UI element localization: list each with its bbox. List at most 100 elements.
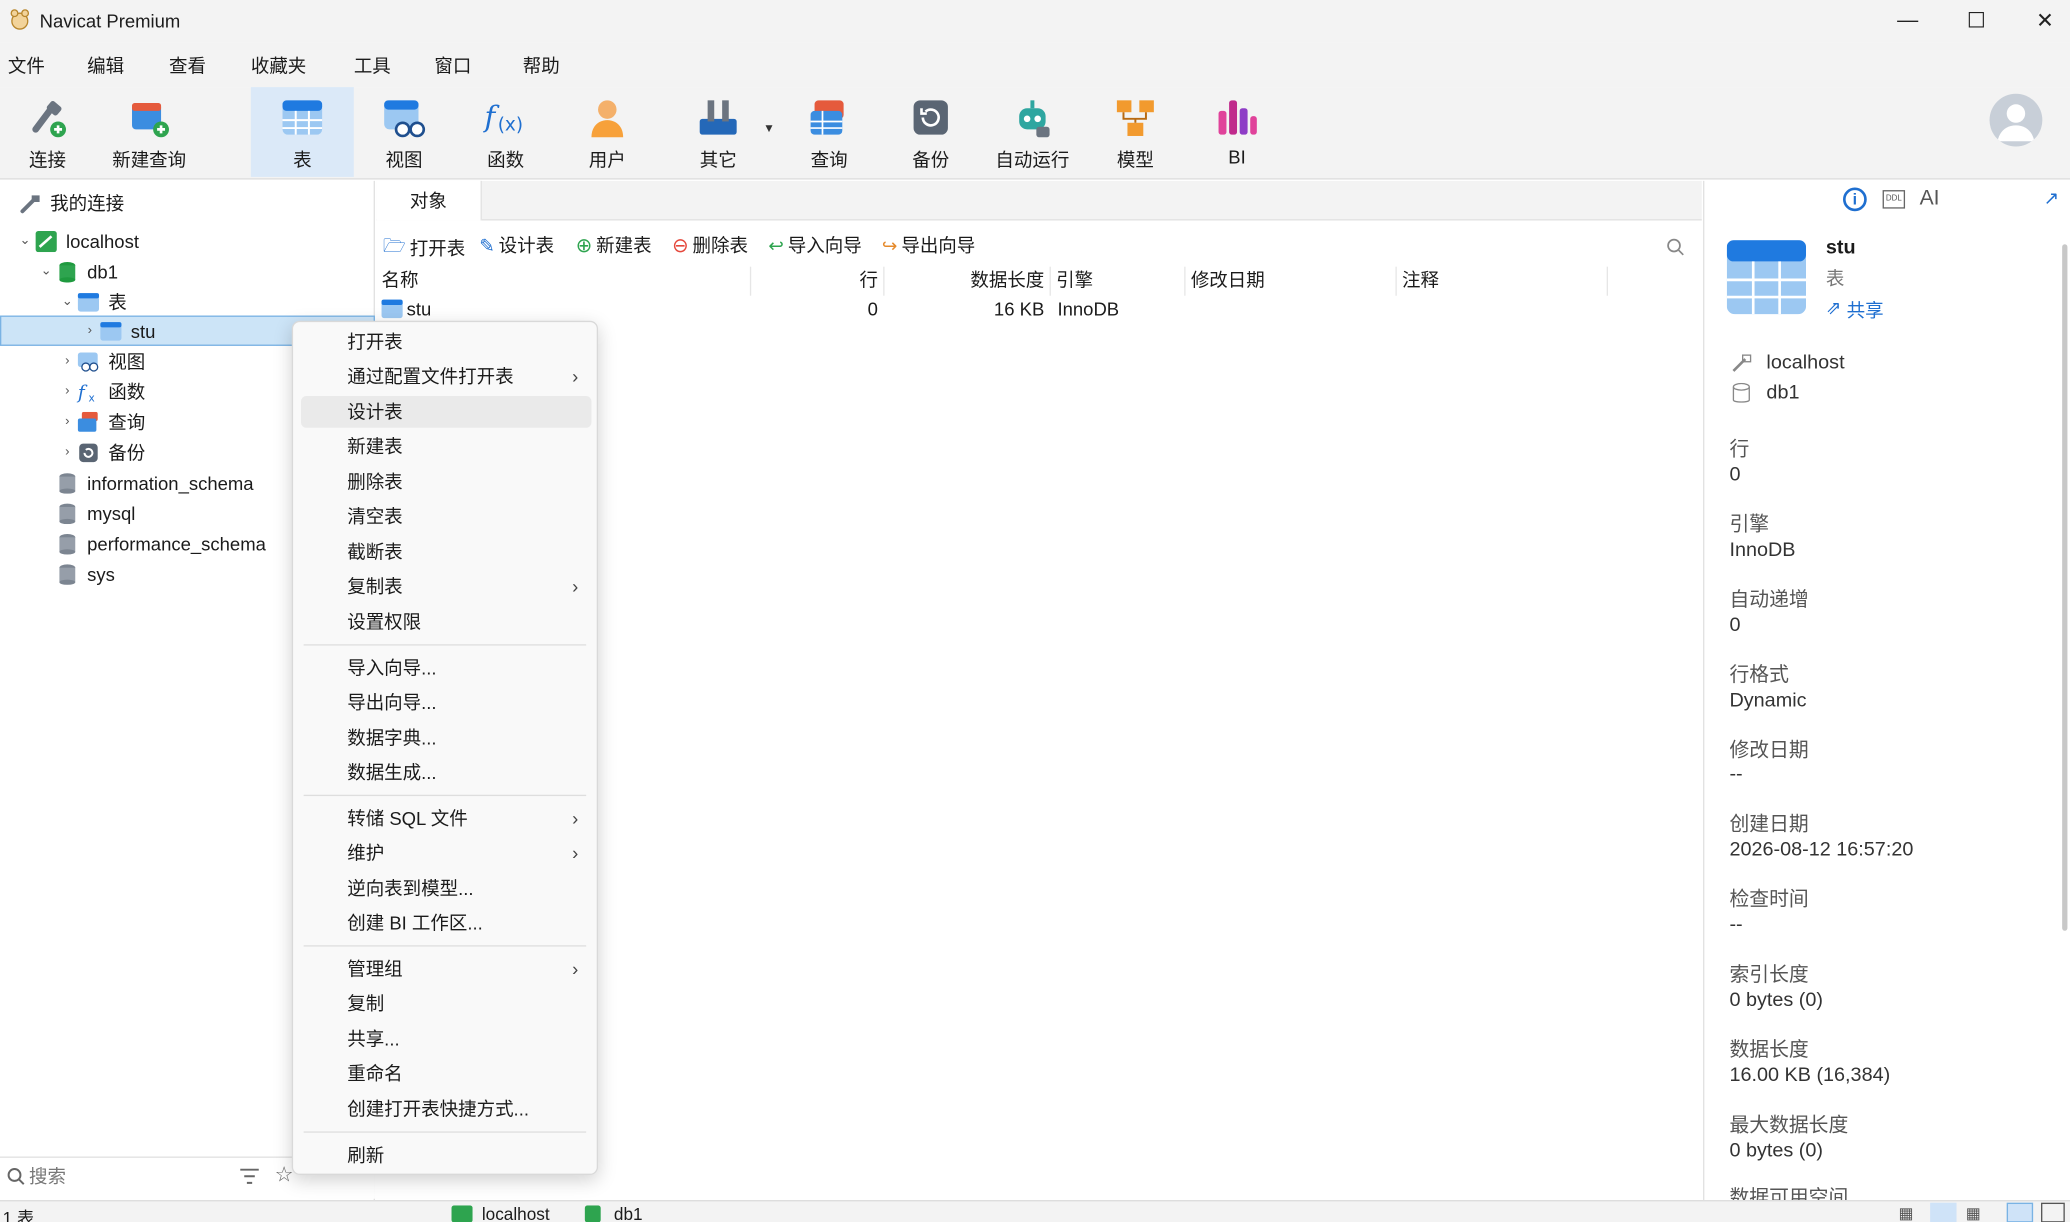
account-avatar[interactable] — [1989, 93, 2043, 147]
list-view-icon[interactable] — [1930, 1202, 1957, 1222]
new-table-button[interactable]: ⊕ 新建表 — [576, 232, 652, 258]
tree-database-mysql[interactable]: mysql — [37, 498, 135, 528]
tree-database-information-schema[interactable]: information_schema — [37, 467, 254, 497]
tree-database-sys[interactable]: sys — [37, 558, 115, 588]
delete-table-button[interactable]: ⊖ 删除表 — [672, 232, 748, 258]
menu-reverse-to-model[interactable]: 逆向表到模型... — [301, 873, 591, 905]
info-icon[interactable]: i — [1842, 187, 1867, 212]
tree-group-tables[interactable]: ⌄ 表 — [58, 286, 127, 316]
import-wizard-button[interactable]: ↩ 导入向导 — [768, 232, 861, 258]
ai-tab[interactable]: AI — [1920, 187, 1940, 211]
connect-button[interactable]: 连接 — [0, 87, 99, 177]
menu-empty-table[interactable]: 清空表 — [301, 500, 591, 532]
props-database: db1 — [1766, 381, 1800, 404]
menu-open-table[interactable]: 打开表 — [301, 326, 591, 358]
table-button[interactable]: 表 — [250, 87, 354, 177]
ddl-icon[interactable]: DDL — [1882, 190, 1906, 209]
grid-view-icon[interactable]: ▦ — [1898, 1204, 1913, 1222]
tree-database-db1[interactable]: ⌄ db1 — [37, 256, 118, 286]
chevron-right-icon[interactable]: › — [58, 384, 76, 399]
tree-connection-localhost[interactable]: ⌄ localhost — [16, 226, 139, 256]
tree-root-my-connections[interactable]: 我的连接 — [18, 187, 124, 217]
menu-truncate-table[interactable]: 截断表 — [301, 536, 591, 568]
maximize-button[interactable]: ☐ — [1946, 0, 2007, 42]
column-header-rows[interactable]: 行 — [751, 266, 885, 296]
search-icon[interactable] — [1666, 238, 1684, 256]
detail-view-icon[interactable]: ▦ — [1966, 1204, 1981, 1222]
function-button[interactable]: f (x) 函数 — [454, 87, 557, 177]
menu-file[interactable]: 文件 — [8, 53, 45, 79]
tree-database-performance-schema[interactable]: performance_schema — [37, 528, 266, 558]
export-wizard-button[interactable]: ↪ 导出向导 — [882, 232, 975, 258]
menu-export-wizard[interactable]: 导出向导... — [301, 687, 591, 719]
minimize-button[interactable]: — — [1877, 0, 1938, 42]
menu-manage-group[interactable]: 管理组 › — [301, 953, 591, 985]
chevron-down-icon[interactable]: ⌄ — [37, 264, 55, 279]
filter-icon[interactable] — [239, 1167, 260, 1185]
user-button[interactable]: 用户 — [556, 87, 659, 177]
view-button[interactable]: 视图 — [352, 87, 455, 177]
chevron-down-icon[interactable]: ⌄ — [58, 294, 76, 309]
menu-view[interactable]: 查看 — [169, 53, 206, 79]
open-table-button[interactable]: 🗁 打开表 — [383, 232, 465, 264]
menu-copy[interactable]: 复制 — [301, 988, 591, 1020]
tree-group-views[interactable]: › 视图 — [58, 346, 145, 376]
query-button[interactable]: 查询 — [778, 87, 881, 177]
chevron-right-icon: › — [572, 365, 579, 387]
navigation-search-input[interactable]: 搜索 — [29, 1163, 66, 1189]
column-header-name[interactable]: 名称 — [376, 266, 752, 296]
model-button[interactable]: 模型 — [1084, 87, 1187, 177]
menu-favorites[interactable]: 收藏夹 — [251, 53, 306, 79]
menu-maintain[interactable]: 维护 › — [301, 837, 591, 869]
chevron-right-icon[interactable]: › — [58, 354, 76, 369]
window-title: Navicat Premium — [39, 10, 181, 32]
menu-tools[interactable]: 工具 — [354, 53, 391, 79]
menu-share[interactable]: 共享... — [301, 1023, 591, 1055]
tree-group-queries[interactable]: › 查询 — [58, 407, 145, 437]
expand-icon[interactable]: ↗ — [2044, 187, 2059, 209]
menu-import-wizard[interactable]: 导入向导... — [301, 652, 591, 684]
menu-open-with-profile[interactable]: 通过配置文件打开表 › — [301, 360, 591, 392]
other-button[interactable]: 其它 — [667, 87, 770, 177]
new-query-button[interactable]: 新建查询 — [98, 87, 201, 177]
share-link[interactable]: ⇗ 共享 — [1826, 297, 1884, 323]
star-icon[interactable]: ☆ — [275, 1162, 294, 1188]
tree-group-backups[interactable]: › 备份 — [58, 437, 145, 467]
tree-group-functions[interactable]: › fx 函数 — [58, 376, 145, 406]
menu-create-bi-workspace[interactable]: 创建 BI 工作区... — [301, 907, 591, 939]
menu-delete-table[interactable]: 删除表 — [301, 466, 591, 498]
design-table-button[interactable]: ✎ 设计表 — [479, 232, 554, 258]
properties-scrollbar[interactable] — [2062, 244, 2068, 931]
left-panel-toggle-icon[interactable] — [2006, 1202, 2034, 1222]
menu-help[interactable]: 帮助 — [523, 53, 560, 79]
menu-duplicate-table[interactable]: 复制表 › — [301, 570, 591, 602]
menu-dump-sql[interactable]: 转储 SQL 文件 › — [301, 803, 591, 835]
menu-refresh[interactable]: 刷新 — [301, 1139, 591, 1171]
column-header-modified[interactable]: 修改日期 — [1186, 266, 1397, 296]
tab-objects[interactable]: 对象 — [376, 180, 482, 221]
chevron-right-icon[interactable]: › — [58, 445, 76, 460]
chevron-right-icon[interactable]: › — [58, 415, 76, 430]
column-header-engine[interactable]: 引擎 — [1051, 266, 1186, 296]
menu-new-table[interactable]: 新建表 — [301, 430, 591, 462]
backup-button[interactable]: 备份 — [879, 87, 982, 177]
menu-edit[interactable]: 编辑 — [87, 53, 124, 79]
other-dropdown-icon[interactable]: ▼ — [763, 121, 775, 134]
chevron-down-icon[interactable]: ⌄ — [16, 234, 34, 249]
column-header-comment[interactable]: 注释 — [1397, 266, 1609, 296]
bi-button[interactable]: BI — [1186, 87, 1289, 177]
close-button[interactable]: ✕ — [2015, 0, 2070, 42]
chevron-right-icon[interactable]: › — [81, 323, 99, 338]
right-panel-toggle-icon[interactable] — [2041, 1202, 2065, 1222]
automation-button[interactable]: 自动运行 — [981, 87, 1084, 177]
column-header-data-length[interactable]: 数据长度 — [885, 266, 1051, 296]
props-object-name: stu — [1825, 236, 1856, 259]
table-icon — [282, 100, 323, 135]
menu-data-dictionary[interactable]: 数据字典... — [301, 722, 591, 754]
menu-data-generation[interactable]: 数据生成... — [301, 756, 591, 788]
menu-rename[interactable]: 重命名 — [301, 1057, 591, 1089]
menu-design-table[interactable]: 设计表 — [301, 396, 592, 428]
menu-window[interactable]: 窗口 — [434, 53, 471, 79]
menu-set-permissions[interactable]: 设置权限 — [301, 606, 591, 638]
menu-create-shortcut[interactable]: 创建打开表快捷方式... — [301, 1093, 591, 1125]
